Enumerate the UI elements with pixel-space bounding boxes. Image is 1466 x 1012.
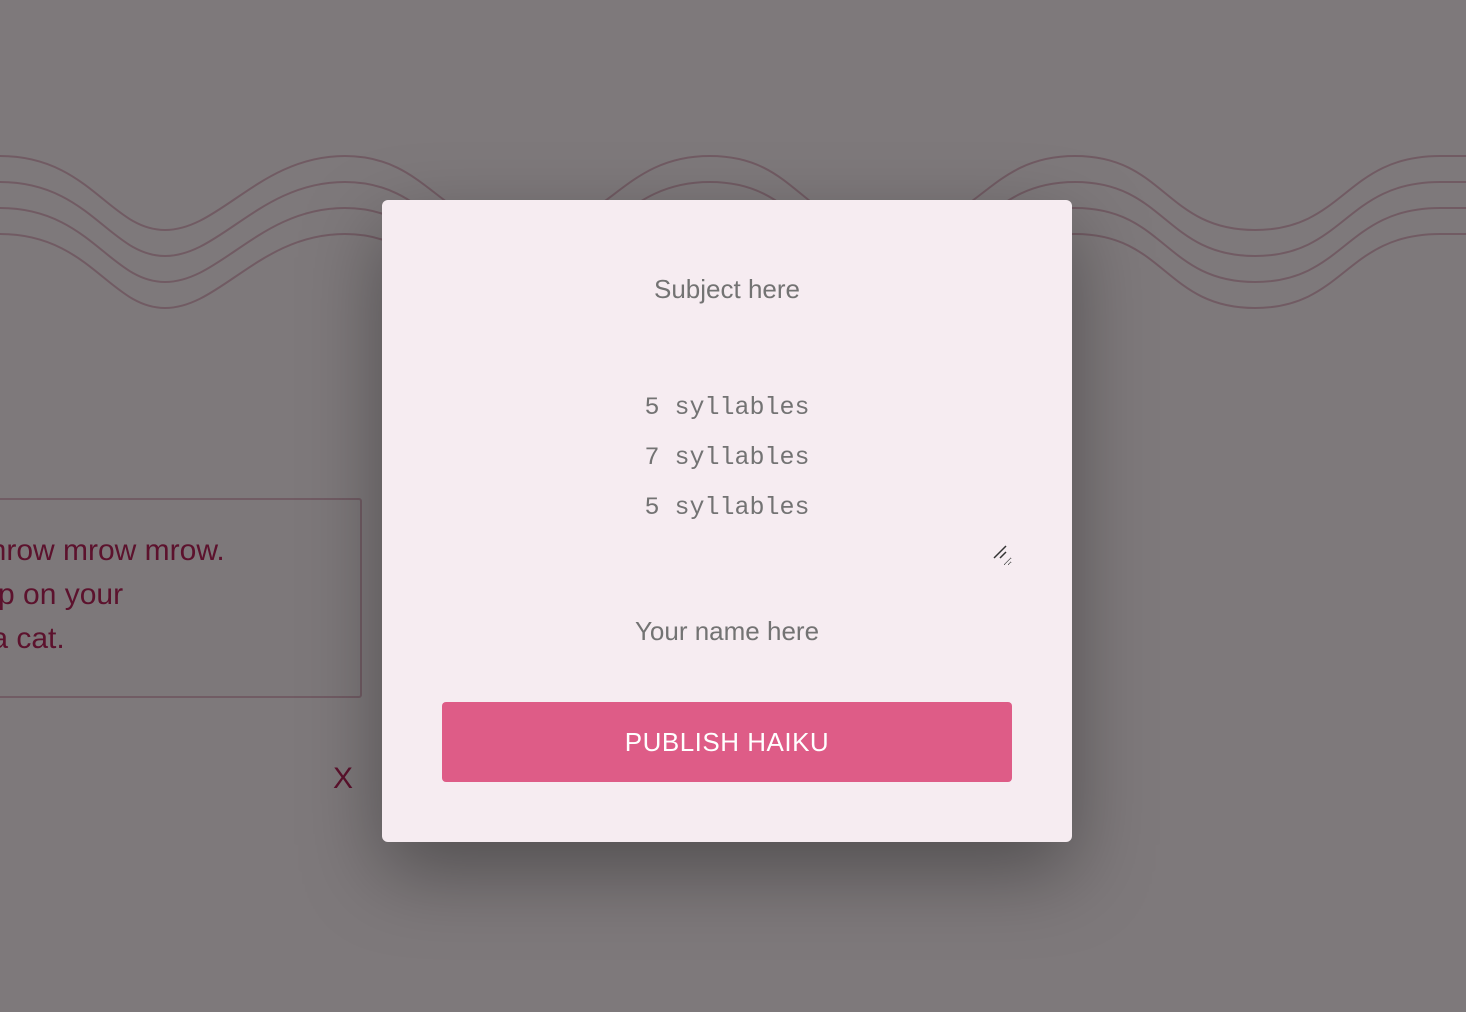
author-name-input[interactable] — [442, 604, 1012, 658]
haiku-textarea[interactable] — [442, 378, 1012, 566]
subject-input[interactable] — [442, 262, 1012, 316]
resize-handle-icon[interactable] — [992, 544, 1008, 560]
publish-haiku-button[interactable]: PUBLISH HAIKU — [442, 702, 1012, 782]
new-haiku-modal: PUBLISH HAIKU — [382, 200, 1072, 842]
